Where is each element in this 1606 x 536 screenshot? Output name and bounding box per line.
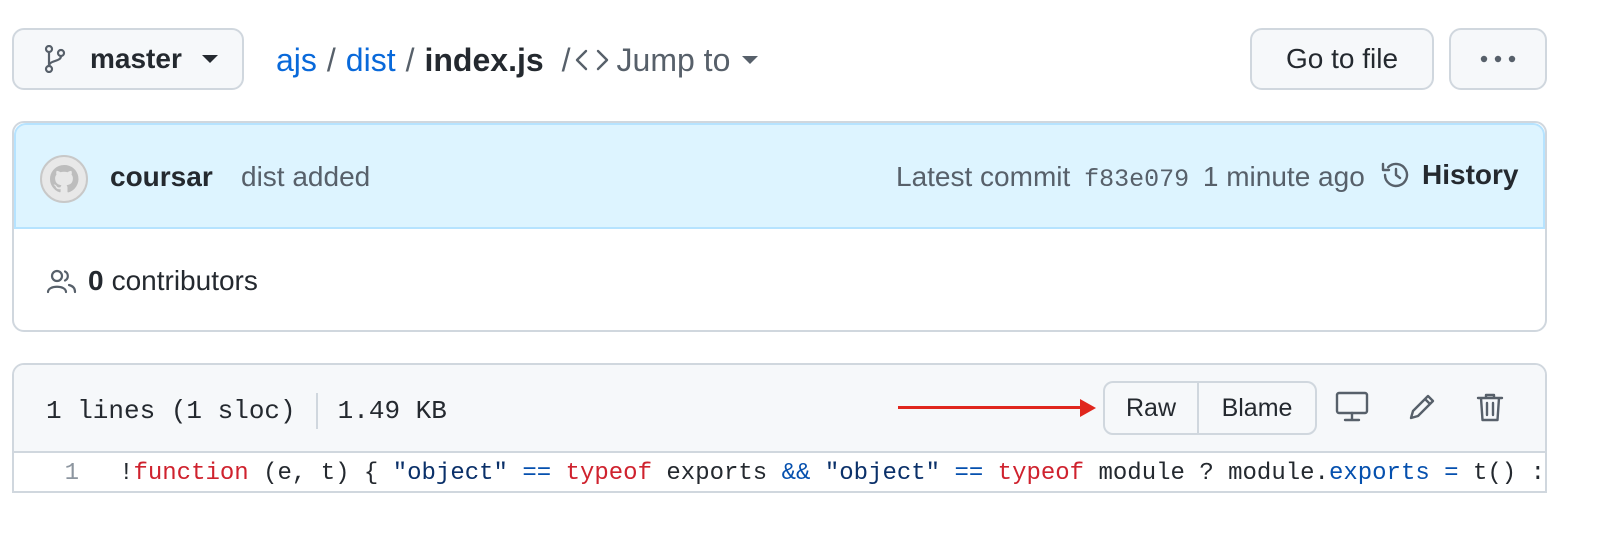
code-token: = bbox=[1444, 459, 1459, 487]
commit-author[interactable]: coursar bbox=[110, 161, 213, 193]
branch-name: master bbox=[90, 43, 182, 74]
code-token: == bbox=[954, 459, 984, 487]
contributors-label: contributors bbox=[111, 265, 258, 296]
latest-commit-info: Latest commit f83e079 1 minute ago bbox=[896, 161, 1365, 194]
latest-commit-box: coursar dist added Latest commit f83e079… bbox=[12, 121, 1547, 332]
latest-commit-label: Latest commit bbox=[896, 161, 1071, 192]
code-token: && bbox=[781, 459, 811, 487]
pencil-icon[interactable] bbox=[1404, 389, 1440, 425]
avatar[interactable] bbox=[40, 155, 88, 203]
file-viewer: 1 lines (1 sloc) 1.49 KB Raw Blame 1 !fu… bbox=[12, 363, 1547, 493]
go-to-file-button[interactable]: Go to file bbox=[1250, 28, 1434, 90]
kebab-horizontal-icon bbox=[1480, 55, 1516, 63]
desktop-icon[interactable] bbox=[1334, 389, 1370, 425]
file-info: 1 lines (1 sloc) 1.49 KB bbox=[46, 393, 447, 429]
people-icon bbox=[46, 269, 77, 294]
commit-time: 1 minute ago bbox=[1202, 161, 1365, 192]
more-options-button[interactable] bbox=[1449, 28, 1547, 90]
breadcrumb-separator: / bbox=[326, 41, 336, 78]
file-actions-group: Raw Blame bbox=[1103, 381, 1317, 435]
raw-button[interactable]: Raw bbox=[1105, 383, 1199, 433]
commit-message[interactable]: dist added bbox=[241, 161, 370, 193]
breadcrumb-separator: / bbox=[561, 41, 571, 78]
code-token: exports bbox=[1328, 459, 1430, 487]
code-token: typeof bbox=[997, 459, 1085, 487]
code-token: t() : bbox=[1458, 459, 1545, 487]
commit-bar: coursar dist added Latest commit f83e079… bbox=[14, 123, 1545, 229]
contributors-info[interactable]: 0 contributors bbox=[46, 265, 258, 297]
code-token: function bbox=[133, 459, 249, 487]
branch-selector-button[interactable]: master bbox=[12, 28, 244, 90]
blame-button[interactable]: Blame bbox=[1199, 383, 1315, 433]
code-token: "object" bbox=[824, 459, 941, 487]
breadcrumb: ajs / dist / index.js / Jump to bbox=[276, 40, 759, 80]
code-token: ! bbox=[119, 459, 134, 487]
history-link[interactable]: History bbox=[1380, 159, 1518, 191]
jump-to-label: Jump to bbox=[616, 41, 731, 78]
history-icon bbox=[1381, 162, 1409, 188]
code-line: 1 !function (e, t) { "object" == typeof … bbox=[14, 453, 1545, 491]
contributors-count: 0 bbox=[88, 265, 104, 296]
file-header: 1 lines (1 sloc) 1.49 KB Raw Blame bbox=[14, 365, 1545, 453]
jump-to-menu[interactable]: / Jump to bbox=[550, 42, 759, 79]
code-token: == bbox=[522, 459, 552, 487]
breadcrumb-separator: / bbox=[405, 41, 415, 78]
file-lines-info: 1 lines (1 sloc) bbox=[46, 396, 296, 426]
line-number[interactable]: 1 bbox=[14, 460, 93, 487]
file-size: 1.49 KB bbox=[337, 396, 447, 426]
chevron-down-icon bbox=[201, 55, 218, 63]
code-token: module ? module. bbox=[1084, 459, 1329, 487]
code-token: (e, t) { bbox=[248, 459, 393, 487]
code-token: exports bbox=[651, 459, 782, 487]
annotation-arrow-head bbox=[1080, 399, 1096, 417]
git-branch-icon bbox=[44, 45, 66, 73]
breadcrumb-folder-link[interactable]: dist bbox=[346, 42, 396, 79]
history-label: History bbox=[1422, 159, 1519, 190]
code-icon bbox=[575, 48, 609, 72]
divider bbox=[315, 393, 318, 429]
code-token: "object" bbox=[392, 459, 508, 487]
breadcrumb-current-file: index.js bbox=[424, 41, 544, 78]
code-token: typeof bbox=[565, 459, 652, 487]
code-content: !function (e, t) { "object" == typeof ex… bbox=[119, 460, 1545, 487]
annotation-arrow-line bbox=[898, 406, 1084, 409]
chevron-down-icon bbox=[742, 56, 759, 64]
breadcrumb-repo-link[interactable]: ajs bbox=[276, 42, 317, 79]
github-octocat-icon bbox=[49, 164, 79, 193]
trash-icon[interactable] bbox=[1472, 389, 1508, 425]
commit-sha-link[interactable]: f83e079 bbox=[1084, 165, 1189, 194]
